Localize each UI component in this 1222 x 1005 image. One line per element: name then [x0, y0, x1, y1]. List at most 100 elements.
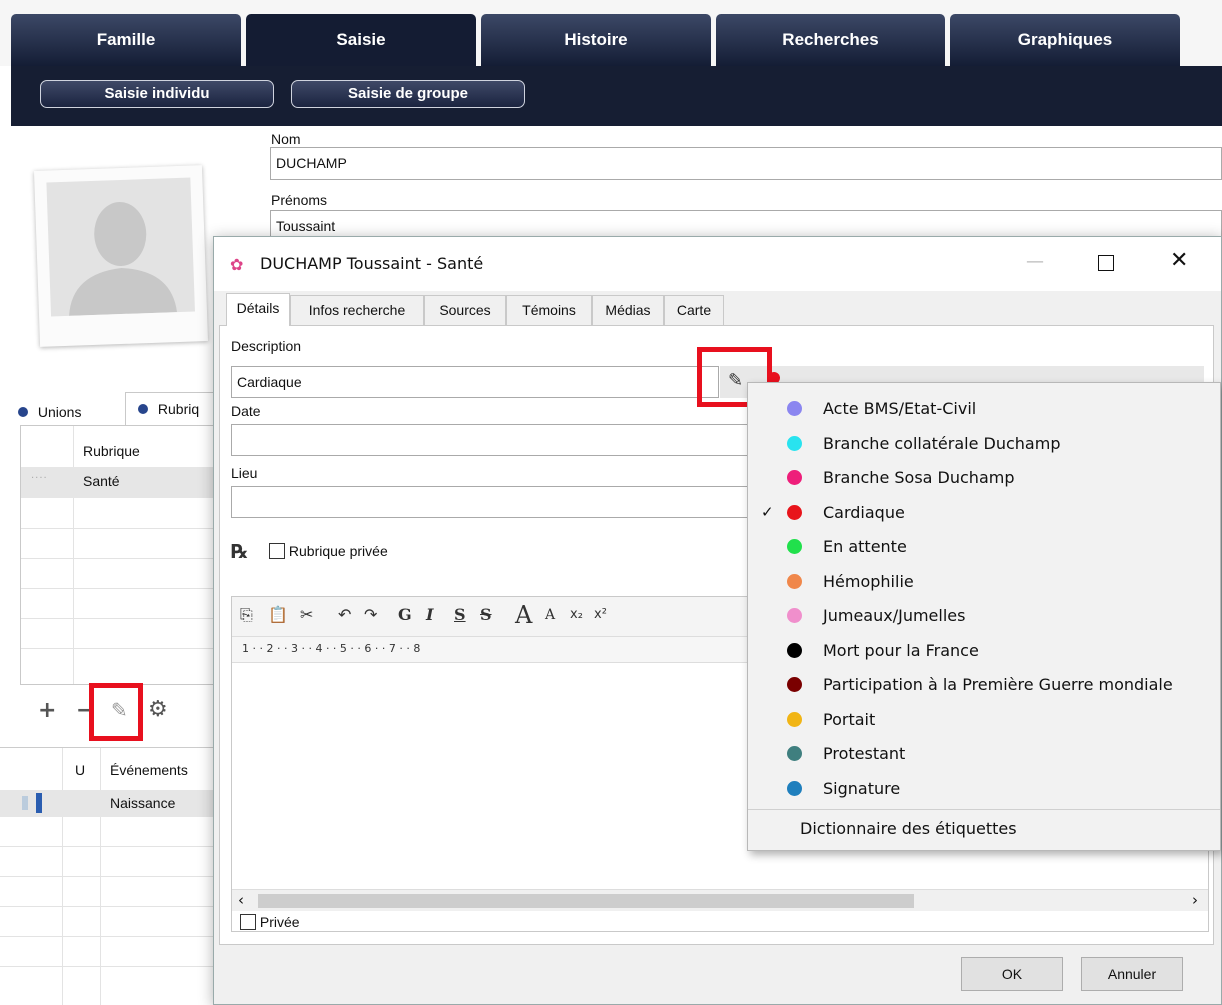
paste-icon[interactable]: 📋: [268, 597, 288, 633]
checkbox-icon: [240, 914, 256, 930]
tag-menu-item[interactable]: Acte BMS/Etat-Civil: [748, 391, 1220, 426]
tag-menu-item-label: Portait: [823, 709, 876, 729]
cancel-button[interactable]: Annuler: [1081, 957, 1183, 991]
tag-color-dot-icon: [787, 746, 802, 761]
date-label: Date: [231, 403, 261, 419]
maximize-icon[interactable]: [1098, 255, 1114, 271]
tag-menu-item[interactable]: En attente: [748, 529, 1220, 564]
close-icon[interactable]: ✕: [1170, 248, 1188, 273]
tab-rubriques-label: Rubriq: [157, 401, 200, 417]
prenoms-label: Prénoms: [271, 192, 328, 208]
tab-histoire[interactable]: Histoire: [481, 14, 711, 66]
minimize-icon[interactable]: —: [1026, 251, 1044, 272]
tag-menu-item[interactable]: Branche Sosa Duchamp: [748, 460, 1220, 495]
private-rubric-icon: ℞: [231, 541, 249, 563]
copy-icon[interactable]: ⎘: [240, 597, 253, 633]
table-col-divider: [73, 426, 74, 684]
events-col-u: U: [75, 762, 86, 778]
tab-unions[interactable]: Unions: [18, 398, 81, 426]
checkbox-icon: [269, 543, 285, 559]
tab-medias[interactable]: Médias: [592, 295, 664, 325]
tag-color-dot-icon: [787, 470, 802, 485]
add-icon[interactable]: +: [38, 698, 56, 723]
tag-menu-item[interactable]: Hémophilie: [748, 564, 1220, 599]
redo-icon[interactable]: ↷: [364, 597, 377, 633]
tag-menu-item-label: Hémophilie: [823, 571, 914, 591]
tag-menu-item-label: Mort pour la France: [823, 640, 979, 660]
sub-toolbar: Saisie individu Saisie de groupe: [11, 66, 1222, 126]
tab-infos-recherche[interactable]: Infos recherche: [290, 295, 424, 325]
tag-dictionary-item[interactable]: Dictionnaire des étiquettes: [800, 815, 1017, 843]
tab-graphiques[interactable]: Graphiques: [950, 14, 1180, 66]
tab-saisie[interactable]: Saisie: [246, 14, 476, 66]
tag-menu-item[interactable]: Mort pour la France: [748, 633, 1220, 668]
tag-menu-item[interactable]: Protestant: [748, 736, 1220, 771]
underline-button[interactable]: S: [454, 597, 466, 633]
shrink-font-button[interactable]: A: [545, 597, 555, 633]
tab-rubriques[interactable]: Rubriq: [125, 392, 220, 426]
tag-color-dot-icon: [787, 539, 802, 554]
nom-field[interactable]: DUCHAMP: [270, 147, 1222, 180]
tag-menu-item[interactable]: Portait: [748, 702, 1220, 737]
bar-icon: [36, 793, 42, 813]
tag-color-dot-icon: [787, 401, 802, 416]
tab-sources[interactable]: Sources: [424, 295, 506, 325]
tag-menu-item-label: Signature: [823, 778, 901, 798]
event-row-label: Naissance: [110, 795, 176, 811]
horizontal-scrollbar[interactable]: ‹ ›: [232, 889, 1208, 911]
tag-menu-item-label: Branche Sosa Duchamp: [823, 468, 1015, 487]
grow-font-button[interactable]: A: [515, 597, 532, 633]
tab-details[interactable]: Détails: [226, 293, 290, 326]
row-line: [0, 966, 213, 967]
tag-menu-item-label: Protestant: [823, 744, 906, 763]
table-row[interactable]: Naissance: [0, 790, 213, 817]
pencil-highlight-box: [89, 683, 143, 741]
tab-temoins[interactable]: Témoins: [506, 295, 592, 325]
tag-menu-item[interactable]: Signature: [748, 771, 1220, 806]
subscript-button[interactable]: x₂: [570, 597, 583, 633]
tag-menu-item[interactable]: Branche collatérale Duchamp: [748, 426, 1220, 461]
tag-menu-item[interactable]: Participation à la Première Guerre mondi…: [748, 667, 1220, 702]
tab-carte[interactable]: Carte: [664, 295, 724, 325]
row-line: [0, 846, 213, 847]
settings-gear-icon[interactable]: ⚙: [148, 697, 168, 722]
scroll-thumb[interactable]: [258, 894, 914, 908]
undo-icon[interactable]: ↶: [338, 597, 351, 633]
private-label: Privée: [259, 914, 300, 930]
private-rubric-checkbox[interactable]: Rubrique privée: [269, 543, 388, 559]
tab-recherches[interactable]: Recherches: [716, 14, 945, 66]
rubrique-row-label: Santé: [83, 473, 120, 489]
italic-button[interactable]: I: [426, 597, 433, 633]
row-line: [0, 906, 213, 907]
strike-button[interactable]: S: [480, 597, 492, 633]
tab-famille[interactable]: Famille: [11, 14, 241, 66]
tag-menu-item-label: Branche collatérale Duchamp: [823, 433, 1061, 453]
tag-menu-item[interactable]: Jumeaux/Jumelles: [748, 598, 1220, 633]
scroll-right-icon[interactable]: ›: [1192, 891, 1198, 909]
bold-button[interactable]: G: [398, 597, 412, 633]
tab-unions-label: Unions: [37, 404, 82, 420]
row-line: [21, 558, 219, 559]
description-field[interactable]: Cardiaque: [231, 366, 719, 398]
tag-menu-item[interactable]: ✓ Cardiaque: [748, 495, 1220, 530]
rubrique-column-header: Rubrique: [83, 443, 140, 459]
scroll-left-icon[interactable]: ‹: [238, 891, 244, 909]
private-checkbox[interactable]: Privée: [232, 911, 1208, 933]
tag-menu-item-label: Participation à la Première Guerre mondi…: [823, 675, 1173, 694]
person-photo[interactable]: [33, 165, 209, 347]
row-line: [21, 618, 219, 619]
app-icon: ✿: [230, 255, 244, 274]
row-line: [21, 648, 219, 649]
superscript-button[interactable]: x²: [594, 597, 607, 633]
dialog-titlebar: ✿ DUCHAMP Toussaint - Santé — ✕: [214, 237, 1221, 291]
saisie-groupe-button[interactable]: Saisie de groupe: [291, 80, 525, 108]
cut-icon[interactable]: ✂: [300, 597, 313, 633]
tag-color-dot-icon: [787, 435, 802, 451]
table-row[interactable]: .... Santé: [21, 467, 219, 498]
tag-color-dot-icon: [787, 608, 802, 623]
description-label: Description: [231, 338, 302, 354]
saisie-individu-button[interactable]: Saisie individu: [40, 80, 274, 108]
lieu-label: Lieu: [231, 465, 258, 481]
tag-menu-item-label: Cardiaque: [823, 502, 905, 522]
ok-button[interactable]: OK: [961, 957, 1063, 991]
